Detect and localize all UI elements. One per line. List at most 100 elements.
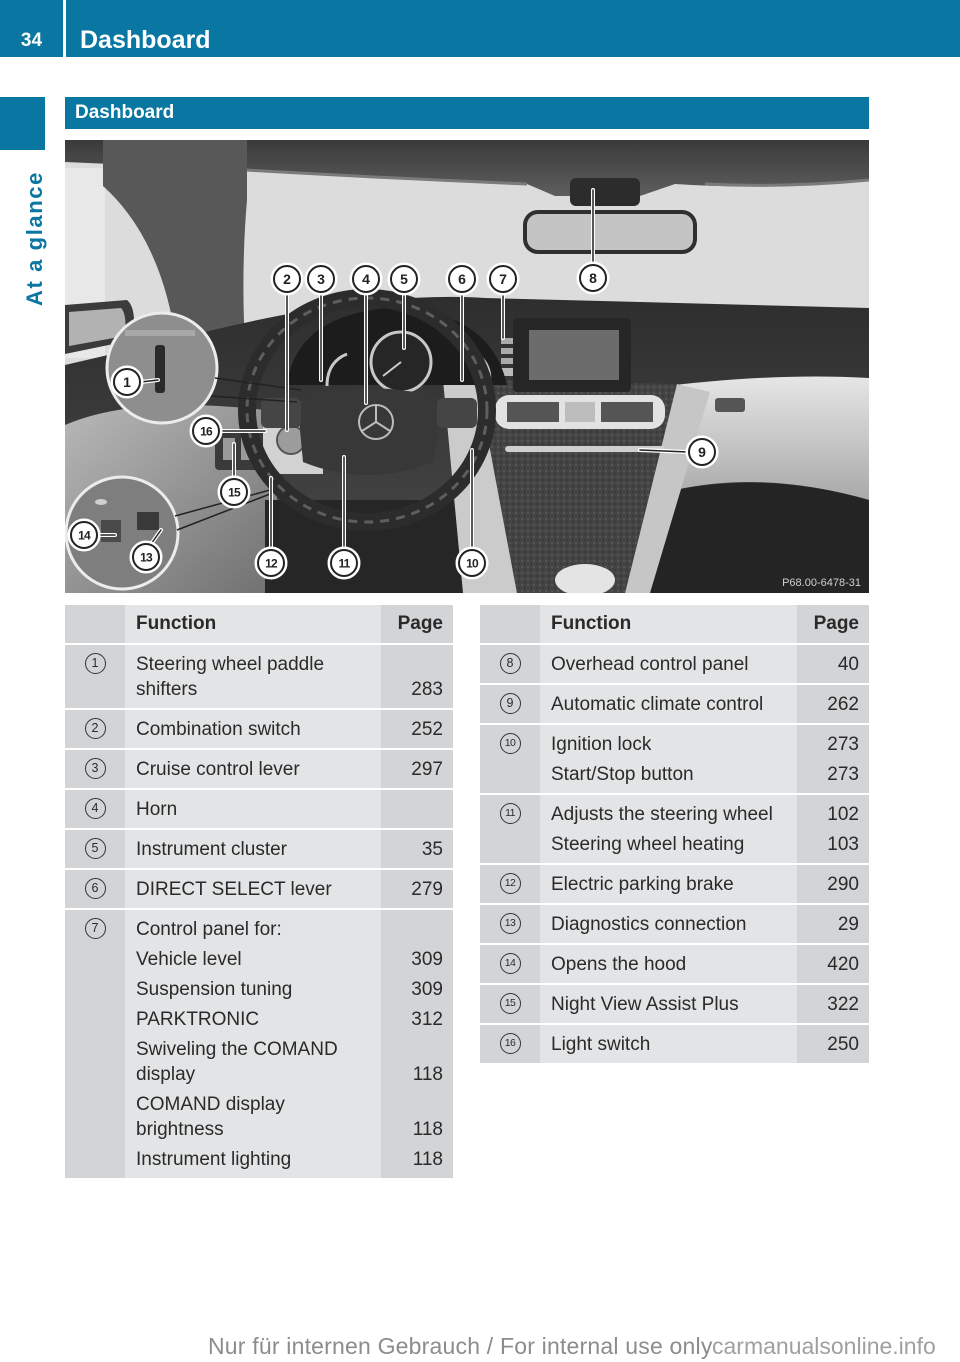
function-text: Ignition lock (551, 734, 652, 755)
callout-number: 11 (338, 557, 350, 571)
table-row: 12 Electric parking brake 290 (480, 865, 869, 903)
callout-number: 3 (317, 271, 325, 287)
page-ref: 312 (411, 1009, 443, 1030)
table-entry: Start/Stop button 273 (480, 762, 869, 787)
callout-16: 16 (189, 414, 223, 448)
table-entry: 10 Ignition lock 273 (480, 732, 869, 757)
item-number: 10 (499, 733, 521, 754)
callout-number: 2 (283, 271, 291, 287)
internal-use-notice: Nur für internen Gebrauch / For internal… (208, 1333, 713, 1359)
function-text: Adjusts the steering wheel (551, 804, 773, 825)
item-number: 9 (499, 693, 521, 714)
function-text: Steering wheel paddle (136, 654, 325, 675)
page-ref: 40 (837, 654, 859, 675)
function-cell: Steering wheel paddle shifters (125, 652, 381, 702)
callout-number: 8 (589, 270, 597, 286)
function-text: DIRECT SELECT lever (136, 879, 332, 900)
function-text: Combination switch (136, 719, 301, 740)
function-cell: Instrument lighting (125, 1147, 381, 1172)
function-cell: Suspension tuning (125, 977, 381, 1002)
chapter-tab-block (0, 97, 45, 150)
item-number: 6 (84, 878, 106, 899)
table-row: 1 Steering wheel paddle shifters 283 (65, 645, 453, 708)
table-entry: Swiveling the COMAND display 118 (65, 1037, 453, 1087)
page-ref: 279 (411, 879, 443, 900)
function-cell: Opens the hood (540, 952, 797, 977)
page-ref: 250 (827, 1034, 859, 1055)
table-entry: Vehicle level 309 (65, 947, 453, 972)
page-number: 34 (20, 30, 43, 51)
item-number: 2 (84, 718, 106, 739)
callout-number: 10 (466, 557, 479, 571)
table-row: 6 DIRECT SELECT lever 279 (65, 870, 453, 908)
page-ref: 35 (421, 839, 443, 860)
function-text: Control panel for: (136, 919, 282, 940)
table-row: 2 Combination switch 252 (65, 710, 453, 748)
section-title: Dashboard (75, 102, 175, 123)
page-ref: 103 (827, 834, 859, 855)
function-table-left: Function Page 1 Steering wheel paddle sh… (65, 605, 453, 1180)
function-cell: Diagnostics connection (540, 912, 797, 937)
function-text: display (136, 1064, 196, 1085)
overhead-control-panel (570, 178, 640, 206)
page-ref: 309 (411, 949, 443, 970)
table-entry: 14 Opens the hood 420 (480, 952, 869, 977)
page-ref: 322 (827, 994, 859, 1015)
table-row: 5 Instrument cluster 35 (65, 830, 453, 868)
callout-1: 1 (110, 365, 144, 399)
table-entry: 5 Instrument cluster 35 (65, 837, 453, 862)
function-cell: Steering wheel heating (540, 832, 797, 857)
header-number-cell (65, 605, 125, 643)
function-text: brightness (136, 1119, 224, 1140)
table-row: 10 Ignition lock 273 Start/Stop button 2… (480, 725, 869, 793)
rearview-mirror (523, 210, 697, 254)
function-cell: Overhead control panel (540, 652, 797, 677)
function-cell: Electric parking brake (540, 872, 797, 897)
comand-display (529, 330, 619, 380)
function-cell: COMAND display brightness (125, 1092, 381, 1142)
function-text: Horn (136, 799, 178, 820)
leader-line-1 (139, 378, 160, 384)
function-cell: Horn (125, 797, 381, 822)
function-text: COMAND display (136, 1094, 285, 1115)
steering-wheel-buttons-right (437, 398, 477, 428)
table-entry: 9 Automatic climate control 262 (480, 692, 869, 717)
table-entry: 7 Control panel for: (65, 917, 453, 942)
function-text: Automatic climate control (551, 694, 764, 715)
function-text: Suspension tuning (136, 979, 293, 1000)
table-row: 3 Cruise control lever 297 (65, 750, 453, 788)
function-table-right: Function Page 8 Overhead control panel 4… (480, 605, 869, 1065)
item-number: 12 (499, 873, 521, 894)
table-entry: 8 Overhead control panel 40 (480, 652, 869, 677)
table-entry: Instrument lighting 118 (65, 1147, 453, 1172)
callout-11: 11 (327, 546, 361, 580)
function-text: Swiveling the COMAND (136, 1039, 338, 1060)
table-entry: 2 Combination switch 252 (65, 717, 453, 742)
function-text: PARKTRONIC (136, 1009, 260, 1030)
page-title: Dashboard (80, 26, 211, 54)
dashboard-figure: 1 2 3 4 5 6 7 8 9 10 11 12 13 14 15 16 P… (65, 140, 869, 593)
table-entry: 4 Horn (65, 797, 453, 822)
table-row: 4 Horn (65, 790, 453, 828)
callout-number: 14 (78, 529, 91, 543)
table-entry: 11 Adjusts the steering wheel 102 (480, 802, 869, 827)
callout-10: 10 (455, 546, 489, 580)
table-entry: 3 Cruise control lever 297 (65, 757, 453, 782)
control-panel-button (501, 358, 513, 364)
table-row: 14 Opens the hood 420 (480, 945, 869, 983)
dashboard-illustration: 1 2 3 4 5 6 7 8 9 10 11 12 13 14 15 16 P… (65, 140, 869, 593)
function-cell: Night View Assist Plus (540, 992, 797, 1017)
callout-14: 14 (67, 518, 101, 552)
callout-number: 1 (123, 374, 131, 390)
table-row: 13 Diagnostics connection 29 (480, 905, 869, 943)
table-entry: 6 DIRECT SELECT lever 279 (65, 877, 453, 902)
function-text: Electric parking brake (551, 874, 734, 895)
leader-line-9 (638, 448, 690, 454)
function-text: Instrument cluster (136, 839, 287, 860)
page-ref: 273 (827, 764, 859, 785)
function-text: Vehicle level (136, 949, 242, 970)
page-ref: 420 (827, 954, 859, 975)
table-entry: COMAND display brightness 118 (65, 1092, 453, 1142)
callout-5: 5 (387, 262, 421, 296)
table-entry: Steering wheel heating 103 (480, 832, 869, 857)
